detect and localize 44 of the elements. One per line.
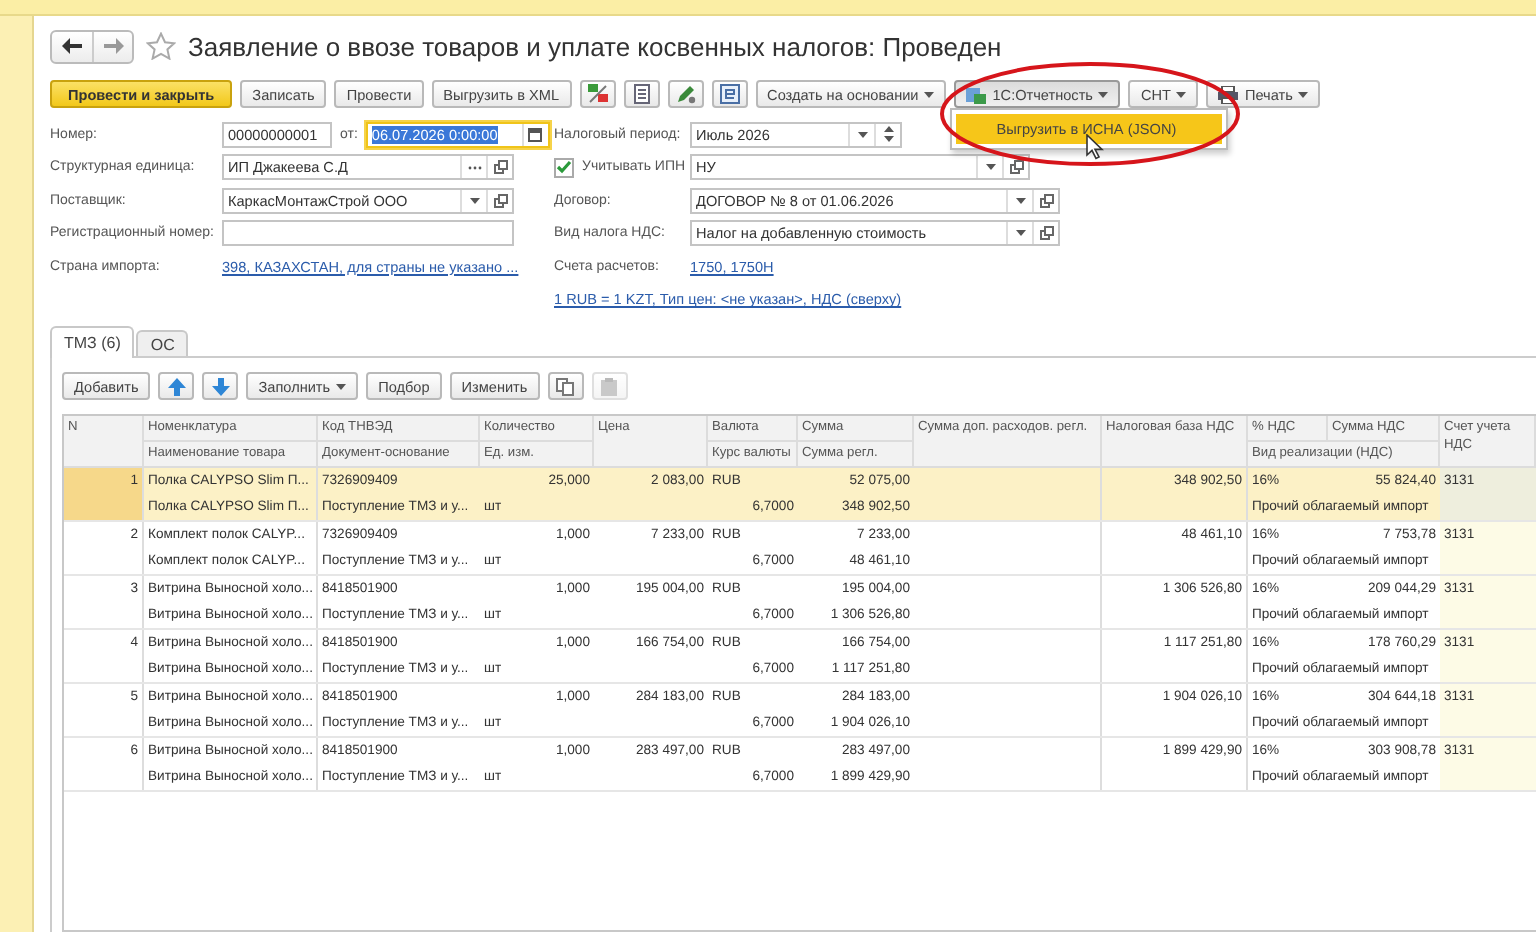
up-arrow-icon bbox=[167, 377, 186, 395]
caret-icon bbox=[1176, 91, 1187, 97]
icon-button[interactable] bbox=[579, 80, 616, 108]
paste-icon bbox=[600, 377, 619, 395]
pencil-icon bbox=[675, 84, 696, 104]
caret-icon bbox=[1098, 91, 1109, 97]
icon-button[interactable] bbox=[547, 372, 584, 400]
icon-button[interactable] bbox=[158, 372, 195, 400]
caret-icon bbox=[469, 197, 479, 204]
ledger-icon bbox=[587, 84, 608, 104]
caret-icon bbox=[924, 91, 935, 97]
tab[interactable]: ТМЗ (6) bbox=[50, 326, 135, 358]
caret-icon bbox=[336, 383, 347, 389]
check-icon bbox=[556, 160, 572, 175]
calendar-icon bbox=[528, 127, 543, 142]
star-icon[interactable] bbox=[146, 32, 176, 60]
spin-icon bbox=[883, 126, 893, 143]
printer-icon bbox=[1218, 85, 1239, 103]
tab[interactable]: ОС bbox=[136, 330, 189, 356]
caret-icon bbox=[1015, 230, 1025, 237]
caret-icon bbox=[857, 131, 867, 138]
report-icon bbox=[966, 85, 987, 103]
down-arrow-icon bbox=[211, 377, 230, 395]
open-form-icon bbox=[1039, 193, 1053, 208]
open-form-icon bbox=[1039, 226, 1053, 241]
back-arrow-icon bbox=[62, 38, 82, 54]
open-form-icon bbox=[1009, 160, 1023, 175]
open-form-icon bbox=[493, 160, 507, 175]
checkbox[interactable] bbox=[554, 157, 574, 178]
open-form-icon bbox=[493, 193, 507, 208]
forward-arrow-icon bbox=[103, 38, 123, 54]
window-title: Заявление о ввозе товаров и уплате косвенных налогов: Проведен bbox=[188, 31, 1002, 61]
caret-icon bbox=[1015, 197, 1025, 204]
structure-icon bbox=[719, 84, 740, 104]
list-icon bbox=[633, 84, 650, 104]
more-icon bbox=[467, 165, 481, 170]
caret-icon bbox=[985, 164, 995, 171]
caret-icon bbox=[1298, 91, 1309, 97]
input-field[interactable] bbox=[222, 220, 514, 247]
icon-button[interactable] bbox=[623, 80, 660, 108]
icon-button[interactable] bbox=[667, 80, 704, 108]
copy-icon bbox=[556, 377, 575, 395]
icon-button[interactable] bbox=[711, 80, 748, 108]
icon-button[interactable] bbox=[202, 372, 239, 400]
